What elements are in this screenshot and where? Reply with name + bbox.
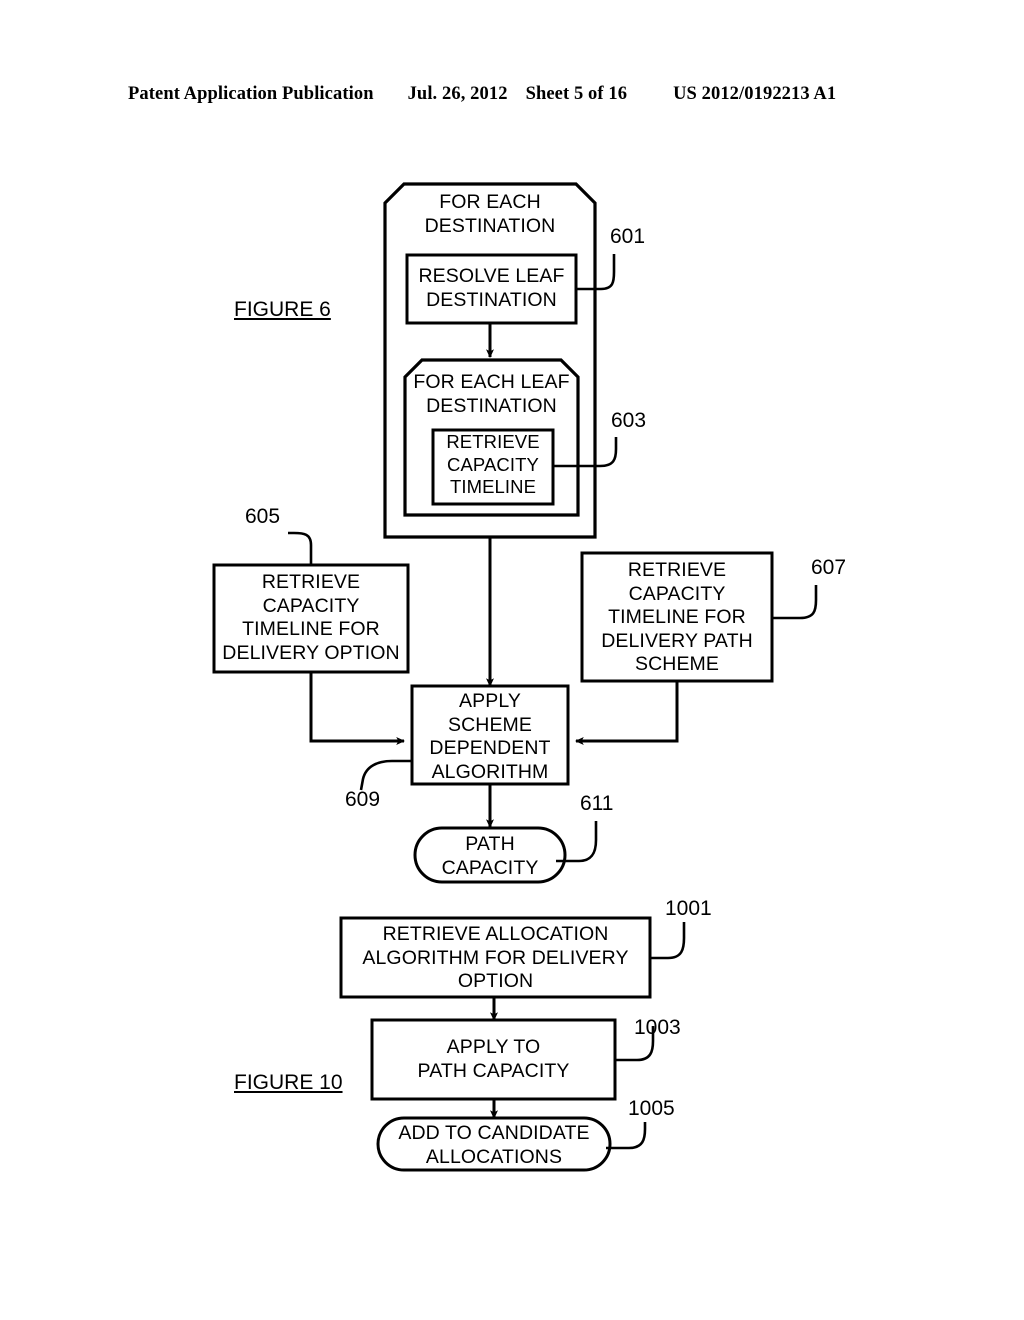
outer-loop-label: FOR EACH DESTINATION <box>424 191 556 237</box>
retrieve-capacity-timeline-label: RETRIEVE CAPACITY TIMELINE <box>446 431 540 497</box>
reference-numeral-1005: 1005 <box>628 1097 675 1120</box>
apply-to-path-capacity-label: APPLY TO PATH CAPACITY <box>417 1036 570 1082</box>
retrieve-capacity-timeline-delivery-path-scheme-label: RETRIEVE CAPACITY TIMELINE FOR DELIVERY … <box>601 559 753 675</box>
reference-numeral-605: 605 <box>245 505 281 528</box>
leader-line-605 <box>288 531 313 565</box>
path-capacity-label: PATH CAPACITY <box>441 833 539 879</box>
leader-line-607 <box>772 585 818 620</box>
reference-numeral-1003: 1003 <box>634 1016 681 1039</box>
retrieve-allocation-algorithm-label: RETRIEVE ALLOCATION ALGORITHM FOR DELIVE… <box>362 923 629 992</box>
resolve-leaf-destination-label: RESOLVE LEAF DESTINATION <box>418 265 565 311</box>
figure-label-6: FIGURE 6 <box>234 298 331 321</box>
reference-numeral-1001: 1001 <box>665 897 712 920</box>
retrieve-capacity-timeline-delivery-option-label: RETRIEVE CAPACITY TIMELINE FOR DELIVERY … <box>222 571 400 664</box>
leader-line-609 <box>359 759 412 791</box>
apply-scheme-dependent-algorithm-label: APPLY SCHEME DEPENDENT ALGORITHM <box>429 690 551 783</box>
reference-numeral-607: 607 <box>811 556 847 579</box>
reference-numeral-603: 603 <box>611 409 647 432</box>
reference-numeral-601: 601 <box>610 225 646 248</box>
leader-line-1001 <box>650 922 686 960</box>
arrow-delivery-option-to-apply-scheme <box>309 672 406 746</box>
arrow-delivery-path-scheme-to-apply-scheme <box>574 681 679 745</box>
figure-label-10: FIGURE 10 <box>234 1071 343 1094</box>
inner-loop-label: FOR EACH LEAF DESTINATION <box>413 371 570 417</box>
figure-canvas: FOR EACH DESTINATION RESOLVE LEAF DESTIN… <box>0 0 1024 1320</box>
leader-line-1005 <box>606 1122 647 1150</box>
add-to-candidate-allocations-label: ADD TO CANDIDATE ALLOCATIONS <box>398 1122 590 1168</box>
reference-numeral-611: 611 <box>580 792 614 815</box>
reference-numeral-609: 609 <box>345 788 381 811</box>
